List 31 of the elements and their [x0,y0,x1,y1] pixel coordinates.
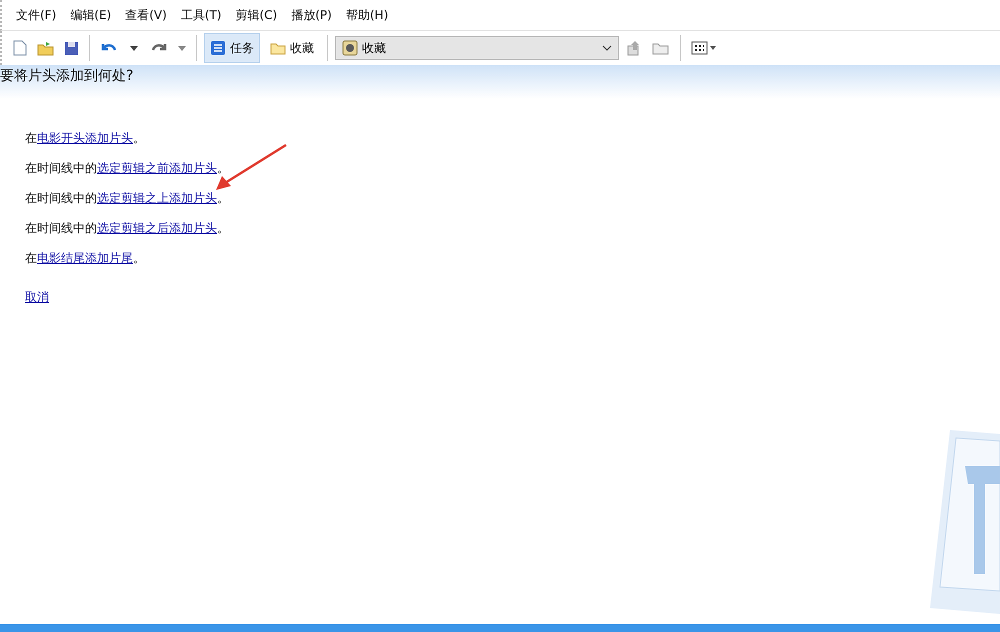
option-link[interactable]: 选定剪辑之前添加片头 [97,160,217,176]
menu-item[interactable]: 帮助(H) [340,4,394,26]
heading: 要将片头添加到何处? [0,65,1000,99]
option-link[interactable]: 电影结尾添加片尾 [37,250,133,266]
option-text: 在时间线中的 [25,190,97,206]
folder-icon [270,42,286,54]
toolbar-button[interactable]: 收藏 [264,33,320,63]
menu-item[interactable]: 编辑(E) [64,4,118,26]
option-text: 在 [25,250,37,266]
menu-item[interactable]: 查看(V) [119,4,173,26]
menu-item[interactable]: 文件(F) [10,4,62,26]
option-text: 在 [25,130,37,146]
option-text: 。 [133,130,145,146]
option-text: 。 [217,160,229,176]
cancel-link[interactable]: 取消 [25,289,49,306]
collection-combo[interactable]: 收藏 [335,36,619,60]
film-reel-icon [342,40,358,56]
option-text: 在时间线中的 [25,160,97,176]
toolbar-button[interactable]: 任务 [204,33,260,63]
menu-item[interactable]: 播放(P) [285,4,338,26]
option-text: 。 [217,220,229,236]
option-link[interactable]: 电影开头添加片头 [37,130,133,146]
list-icon [210,40,226,56]
menu-item[interactable]: 剪辑(C) [230,4,284,26]
option-link[interactable]: 选定剪辑之后添加片头 [97,220,217,236]
option-text: 在时间线中的 [25,220,97,236]
option-link[interactable]: 选定剪辑之上添加片头 [97,190,217,206]
option-text: 。 [217,190,229,206]
option-text: 。 [133,250,145,266]
menu-item[interactable]: 工具(T) [174,4,228,26]
chevron-down-icon [602,45,612,51]
